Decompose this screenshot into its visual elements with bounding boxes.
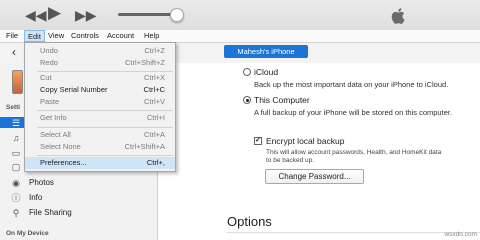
icloud-label: iCloud bbox=[254, 67, 279, 77]
sidebar-section-on-my-device: On My Device bbox=[6, 230, 49, 237]
menu-view[interactable]: View bbox=[45, 30, 67, 42]
menu-item-select-none: Select None Ctrl+Shift+A bbox=[40, 142, 165, 151]
encrypt-checkbox[interactable]: ✓ bbox=[254, 137, 262, 145]
menu-help[interactable]: Help bbox=[141, 30, 162, 42]
icloud-radio[interactable] bbox=[243, 68, 251, 76]
menu-item-undo: Undo Ctrl+Z bbox=[40, 46, 165, 55]
menu-item-redo: Redo Ctrl+Shift+Z bbox=[40, 58, 165, 67]
this-computer-description: A full backup of your iPhone will be sto… bbox=[254, 108, 453, 117]
menu-item-paste: Paste Ctrl+V bbox=[40, 97, 165, 106]
sidebar-section-settings: Setti bbox=[6, 104, 21, 111]
menu-separator bbox=[37, 155, 173, 156]
menu-item-select-all: Select All Ctrl+A bbox=[40, 130, 165, 139]
rewind-icon[interactable]: ◀◀ bbox=[25, 8, 47, 22]
menu-item-get-info: Get Info Ctrl+I bbox=[40, 113, 165, 122]
encrypt-description: This will allow account passwords, Healt… bbox=[266, 149, 442, 164]
this-computer-label: This Computer bbox=[254, 95, 310, 105]
info-icon: ⓘ bbox=[11, 193, 21, 203]
menu-edit[interactable]: Edit bbox=[24, 30, 45, 42]
volume-slider[interactable] bbox=[118, 13, 178, 16]
sidebar-item-info[interactable]: Info bbox=[29, 193, 42, 202]
menu-item-preferences[interactable]: Preferences... Ctrl+, bbox=[25, 157, 175, 169]
file-sharing-icon: ⚲ bbox=[12, 208, 20, 218]
volume-knob[interactable] bbox=[170, 8, 184, 22]
tv-icon[interactable]: ▢ bbox=[11, 162, 21, 172]
menu-item-cut: Cut Ctrl+X bbox=[40, 73, 165, 82]
encrypt-label: Encrypt local backup bbox=[266, 136, 345, 146]
watermark: wsxdn.com bbox=[444, 231, 477, 238]
this-computer-radio[interactable] bbox=[243, 96, 251, 104]
edit-menu-dropdown: Undo Ctrl+Z Redo Ctrl+Shift+Z Cut Ctrl+X Co… bbox=[24, 42, 176, 172]
sidebar-item-photos[interactable]: Photos bbox=[29, 178, 54, 187]
change-password-button[interactable]: Change Password... bbox=[265, 169, 364, 184]
menu-account[interactable]: Account bbox=[104, 30, 137, 42]
menu-separator bbox=[37, 127, 173, 128]
menu-separator bbox=[37, 110, 173, 111]
iphone-thumbnail-icon bbox=[12, 70, 23, 94]
icloud-description: Back up the most important data on your … bbox=[254, 80, 449, 89]
options-heading: Options bbox=[227, 214, 272, 229]
sidebar-item-file-sharing[interactable]: File Sharing bbox=[29, 208, 72, 217]
menu-controls[interactable]: Controls bbox=[68, 30, 102, 42]
apple-logo-icon bbox=[391, 8, 405, 24]
play-icon[interactable]: ▶ bbox=[48, 4, 61, 21]
divider bbox=[227, 232, 480, 233]
menu-item-copy-serial[interactable]: Copy Serial Number Ctrl+C bbox=[25, 84, 175, 96]
music-icon[interactable]: ♫ bbox=[11, 133, 21, 143]
movies-icon[interactable]: ▭ bbox=[11, 148, 21, 158]
summary-icon: ☰ bbox=[11, 118, 21, 128]
device-button[interactable]: Mahesh's iPhone bbox=[224, 45, 308, 58]
photos-icon: ◉ bbox=[12, 178, 20, 188]
back-icon[interactable]: ‹ bbox=[12, 45, 16, 59]
menu-file[interactable]: File bbox=[3, 30, 21, 42]
fast-forward-icon[interactable]: ▶▶ bbox=[75, 8, 97, 22]
